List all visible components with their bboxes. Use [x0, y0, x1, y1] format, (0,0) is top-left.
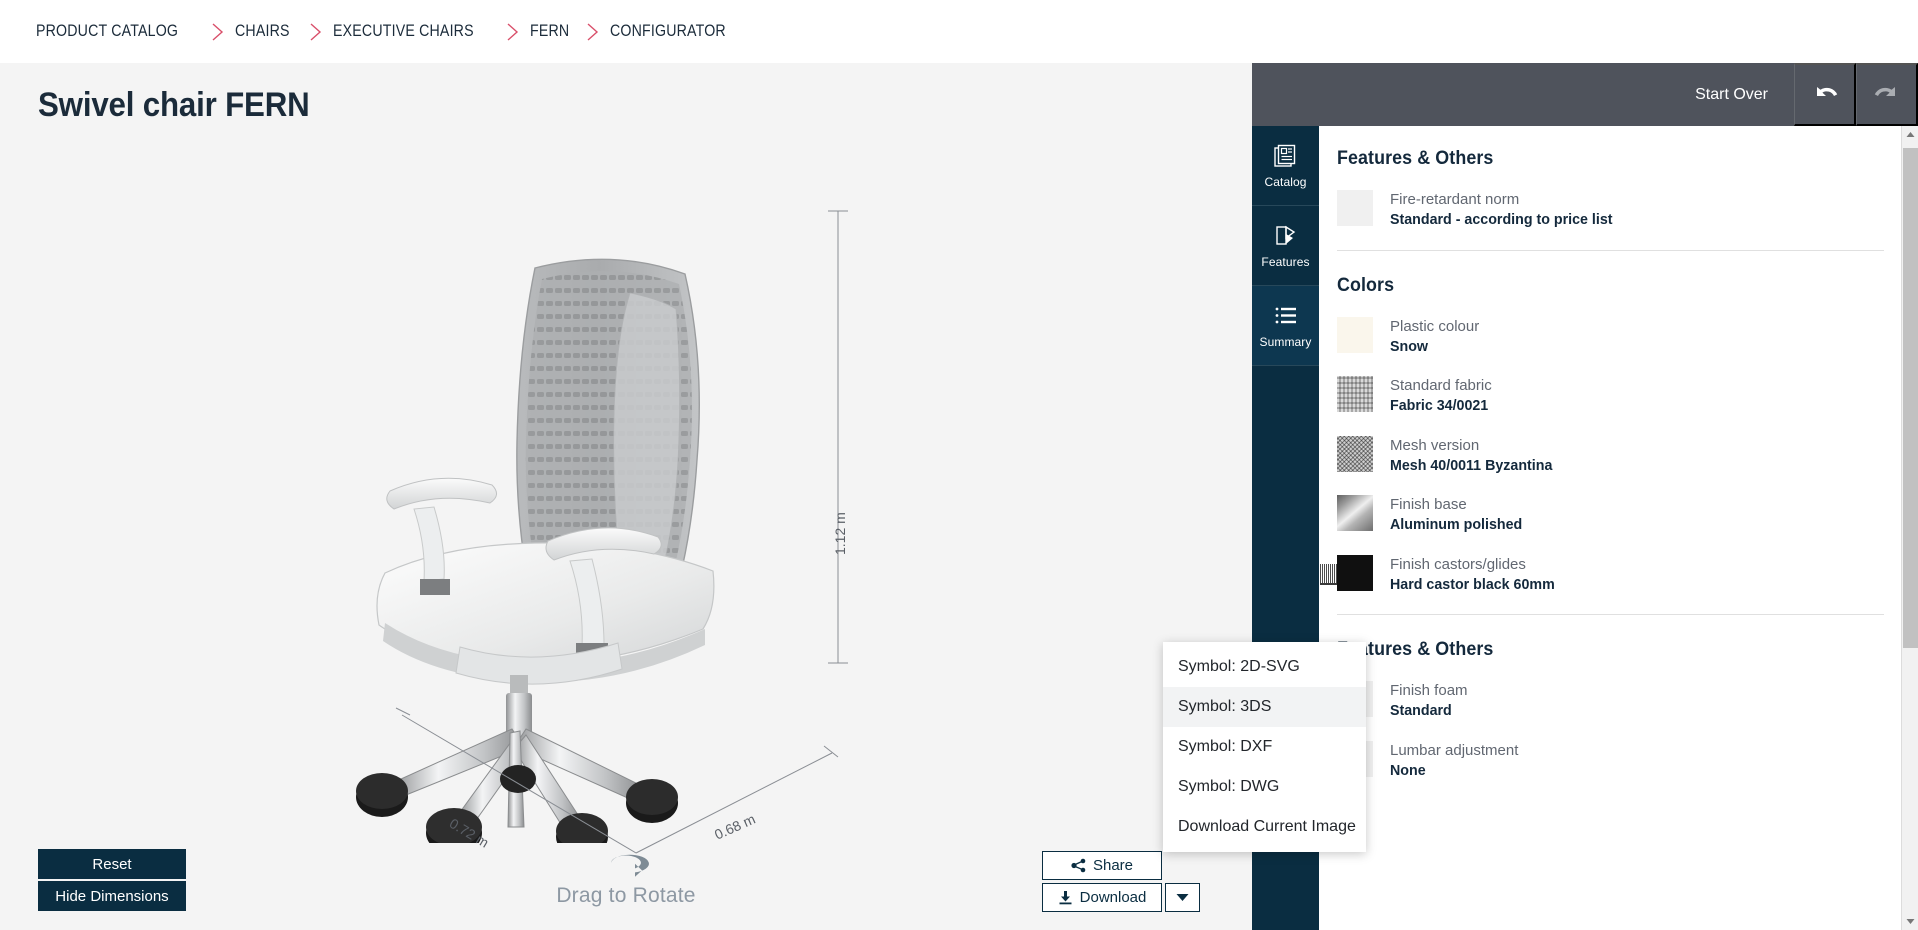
- breadcrumb-item-chairs[interactable]: CHAIRS: [235, 22, 290, 41]
- option-label: Mesh version: [1390, 436, 1480, 454]
- tab-summary-label: Summary: [1259, 335, 1312, 349]
- dropdown-item-symbol-3ds[interactable]: Symbol: 3DS: [1163, 687, 1366, 727]
- hide-dimensions-button[interactable]: Hide Dimensions: [38, 881, 186, 911]
- reset-button[interactable]: Reset: [38, 849, 186, 879]
- tab-features-label: Features: [1261, 255, 1310, 269]
- panel-content-scroll[interactable]: Features & Others Fire-retardant norm St…: [1319, 126, 1918, 930]
- swatch-fan-icon: [1276, 225, 1296, 245]
- chevron-right-icon: [496, 20, 530, 44]
- section-title-features-others-2: Features & Others: [1337, 639, 1494, 660]
- swatch-mesh: [1337, 435, 1373, 472]
- configurator-page: PRODUCT CATALOG CHAIRS EXECUTIVE CHAIRS …: [0, 0, 1918, 930]
- option-row-finish-castors-glides[interactable]: Finish castors/glides Hard castor black …: [1320, 554, 1884, 594]
- download-button-label: Download: [1079, 889, 1147, 906]
- dropdown-item-download-current-image[interactable]: Download Current Image: [1163, 807, 1366, 847]
- share-button-label: Share: [1092, 857, 1134, 874]
- swatch-aluminum: [1337, 495, 1373, 531]
- undo-button[interactable]: [1794, 63, 1856, 126]
- viewer-controls: Reset Hide Dimensions: [38, 849, 186, 911]
- chevron-right-icon: [299, 20, 333, 44]
- swatch-snow: [1337, 316, 1373, 353]
- scroll-up-arrow-icon[interactable]: [1902, 126, 1918, 143]
- dropdown-item-symbol-dwg[interactable]: Symbol: DWG: [1163, 767, 1366, 807]
- option-row-plastic-colour[interactable]: Plastic colour Snow: [1337, 316, 1884, 356]
- scrollbar-thumb[interactable]: [1903, 148, 1918, 648]
- caret-down-icon: [1176, 894, 1189, 901]
- breadcrumb-item-configurator: CONFIGURATOR: [610, 22, 727, 40]
- option-label: Standard fabric: [1390, 377, 1492, 394]
- dimension-height-label: 1.12 m: [832, 512, 848, 555]
- breadcrumb-item-fern[interactable]: FERN: [530, 22, 569, 41]
- chevron-right-icon: [576, 20, 610, 44]
- option-value: Snow: [1390, 337, 1428, 355]
- section-title-colors: Colors: [1337, 274, 1395, 296]
- panel-toolbar: Start Over: [1252, 63, 1918, 126]
- download-dropdown-toggle[interactable]: [1165, 883, 1200, 912]
- section-title-features-others-1: Features & Others: [1337, 148, 1494, 169]
- dropdown-item-symbol-dxf[interactable]: Symbol: DXF: [1163, 727, 1366, 767]
- swatch-plain: [1337, 190, 1373, 226]
- viewer-action-buttons: Share Download: [1042, 851, 1200, 912]
- tab-catalog-label: Catalog: [1264, 175, 1307, 189]
- option-label: Finish castors/glides: [1390, 555, 1526, 573]
- option-row-finish-foam[interactable]: Finish foam Standard: [1337, 681, 1884, 720]
- option-label: Finish foam: [1390, 682, 1468, 699]
- chevron-right-icon: [201, 20, 235, 44]
- undo-arrow-icon: [1816, 86, 1837, 96]
- option-value: None: [1390, 761, 1426, 779]
- redo-arrow-icon: [1874, 86, 1895, 96]
- scroll-down-arrow-icon[interactable]: [1902, 913, 1918, 930]
- option-row-mesh-version[interactable]: Mesh version Mesh 40/0011 Byzantina: [1337, 435, 1884, 475]
- swatch-fabric: [1337, 376, 1373, 412]
- option-value: Aluminum polished: [1390, 516, 1523, 534]
- dimension-lines: [395, 210, 848, 854]
- rotate-icon: [611, 854, 649, 877]
- share-button[interactable]: Share: [1042, 851, 1162, 880]
- option-value: Standard - according to price list: [1390, 211, 1613, 229]
- tab-features[interactable]: Features: [1252, 206, 1319, 286]
- option-row-lumbar-adjustment[interactable]: Lumbar adjustment None: [1337, 740, 1884, 780]
- redo-button[interactable]: [1856, 63, 1918, 126]
- product-viewer[interactable]: Swivel chair FERN 1.12 m 0.72 m 0.68 m D…: [0, 63, 1252, 930]
- panel-scrollbar[interactable]: [1901, 126, 1918, 930]
- tab-summary[interactable]: Summary: [1252, 286, 1319, 366]
- download-dropdown-menu[interactable]: Symbol: 2D-SVG Symbol: 3DS Symbol: DXF S…: [1163, 642, 1366, 852]
- option-label: Plastic colour: [1390, 317, 1480, 335]
- option-value: Mesh 40/0011 Byzantina: [1390, 456, 1553, 474]
- option-label: Lumbar adjustment: [1390, 741, 1519, 759]
- option-label: Finish base: [1390, 496, 1467, 513]
- breadcrumb-item-executive-chairs[interactable]: EXECUTIVE CHAIRS: [333, 22, 474, 41]
- catalog-pages-icon: [1274, 144, 1296, 167]
- dropdown-item-symbol-2d-svg[interactable]: Symbol: 2D-SVG: [1163, 647, 1366, 687]
- option-value: Hard castor black 60mm: [1390, 575, 1555, 593]
- start-over-button[interactable]: Start Over: [1669, 63, 1794, 126]
- rotate-hint-label: Drag to Rotate: [556, 884, 696, 907]
- swatch-castor-black: [1320, 554, 1373, 591]
- option-row-fire-retardant-norm[interactable]: Fire-retardant norm Standard - according…: [1337, 190, 1884, 229]
- option-value: Standard: [1390, 702, 1452, 720]
- share-nodes-icon: [1071, 858, 1086, 873]
- option-value: Fabric 34/0021: [1390, 397, 1489, 415]
- option-label: Fire-retardant norm: [1390, 191, 1520, 208]
- section-divider: [1337, 249, 1884, 251]
- option-row-finish-base[interactable]: Finish base Aluminum polished: [1337, 495, 1884, 534]
- option-row-standard-fabric[interactable]: Standard fabric Fabric 34/0021: [1337, 376, 1884, 415]
- download-button[interactable]: Download: [1042, 883, 1162, 912]
- list-bullets-icon: [1275, 307, 1296, 324]
- download-arrow-icon: [1059, 891, 1072, 905]
- section-divider: [1337, 614, 1884, 615]
- chair-3d-stage[interactable]: 1.12 m 0.72 m 0.68 m: [0, 63, 1252, 930]
- tab-catalog[interactable]: Catalog: [1252, 126, 1319, 206]
- breadcrumb: PRODUCT CATALOG CHAIRS EXECUTIVE CHAIRS …: [0, 0, 1918, 63]
- breadcrumb-item-product-catalog[interactable]: PRODUCT CATALOG: [36, 22, 178, 41]
